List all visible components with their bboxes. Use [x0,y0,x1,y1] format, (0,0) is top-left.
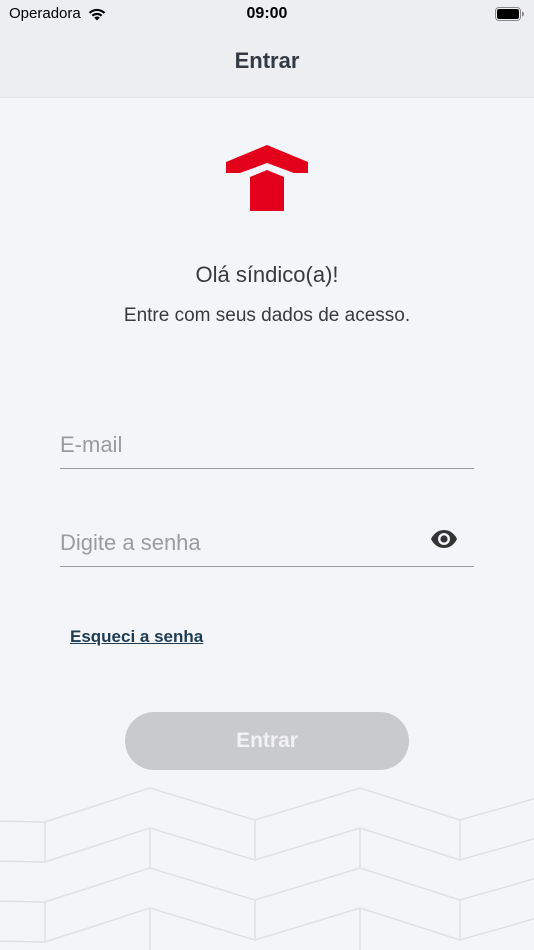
email-input[interactable] [60,425,474,465]
navigation-bar: Entrar [0,30,534,98]
forgot-password-link[interactable]: Esqueci a senha [70,627,203,647]
house-roof-logo [226,145,308,211]
login-button[interactable]: Entrar [125,712,409,770]
welcome-subtitle: Entre com seus dados de acesso. [123,305,411,326]
status-bar: Operadora 09:00 [0,0,534,30]
battery-icon [495,7,524,21]
background-pattern [0,787,534,950]
password-input[interactable] [60,523,420,563]
welcome-greeting: Olá síndico(a)! [195,262,339,287]
email-field [60,425,474,469]
page-title: Entrar [234,48,300,73]
eye-icon[interactable] [430,529,458,549]
clock: 09:00 [246,5,288,22]
password-field [60,523,474,567]
